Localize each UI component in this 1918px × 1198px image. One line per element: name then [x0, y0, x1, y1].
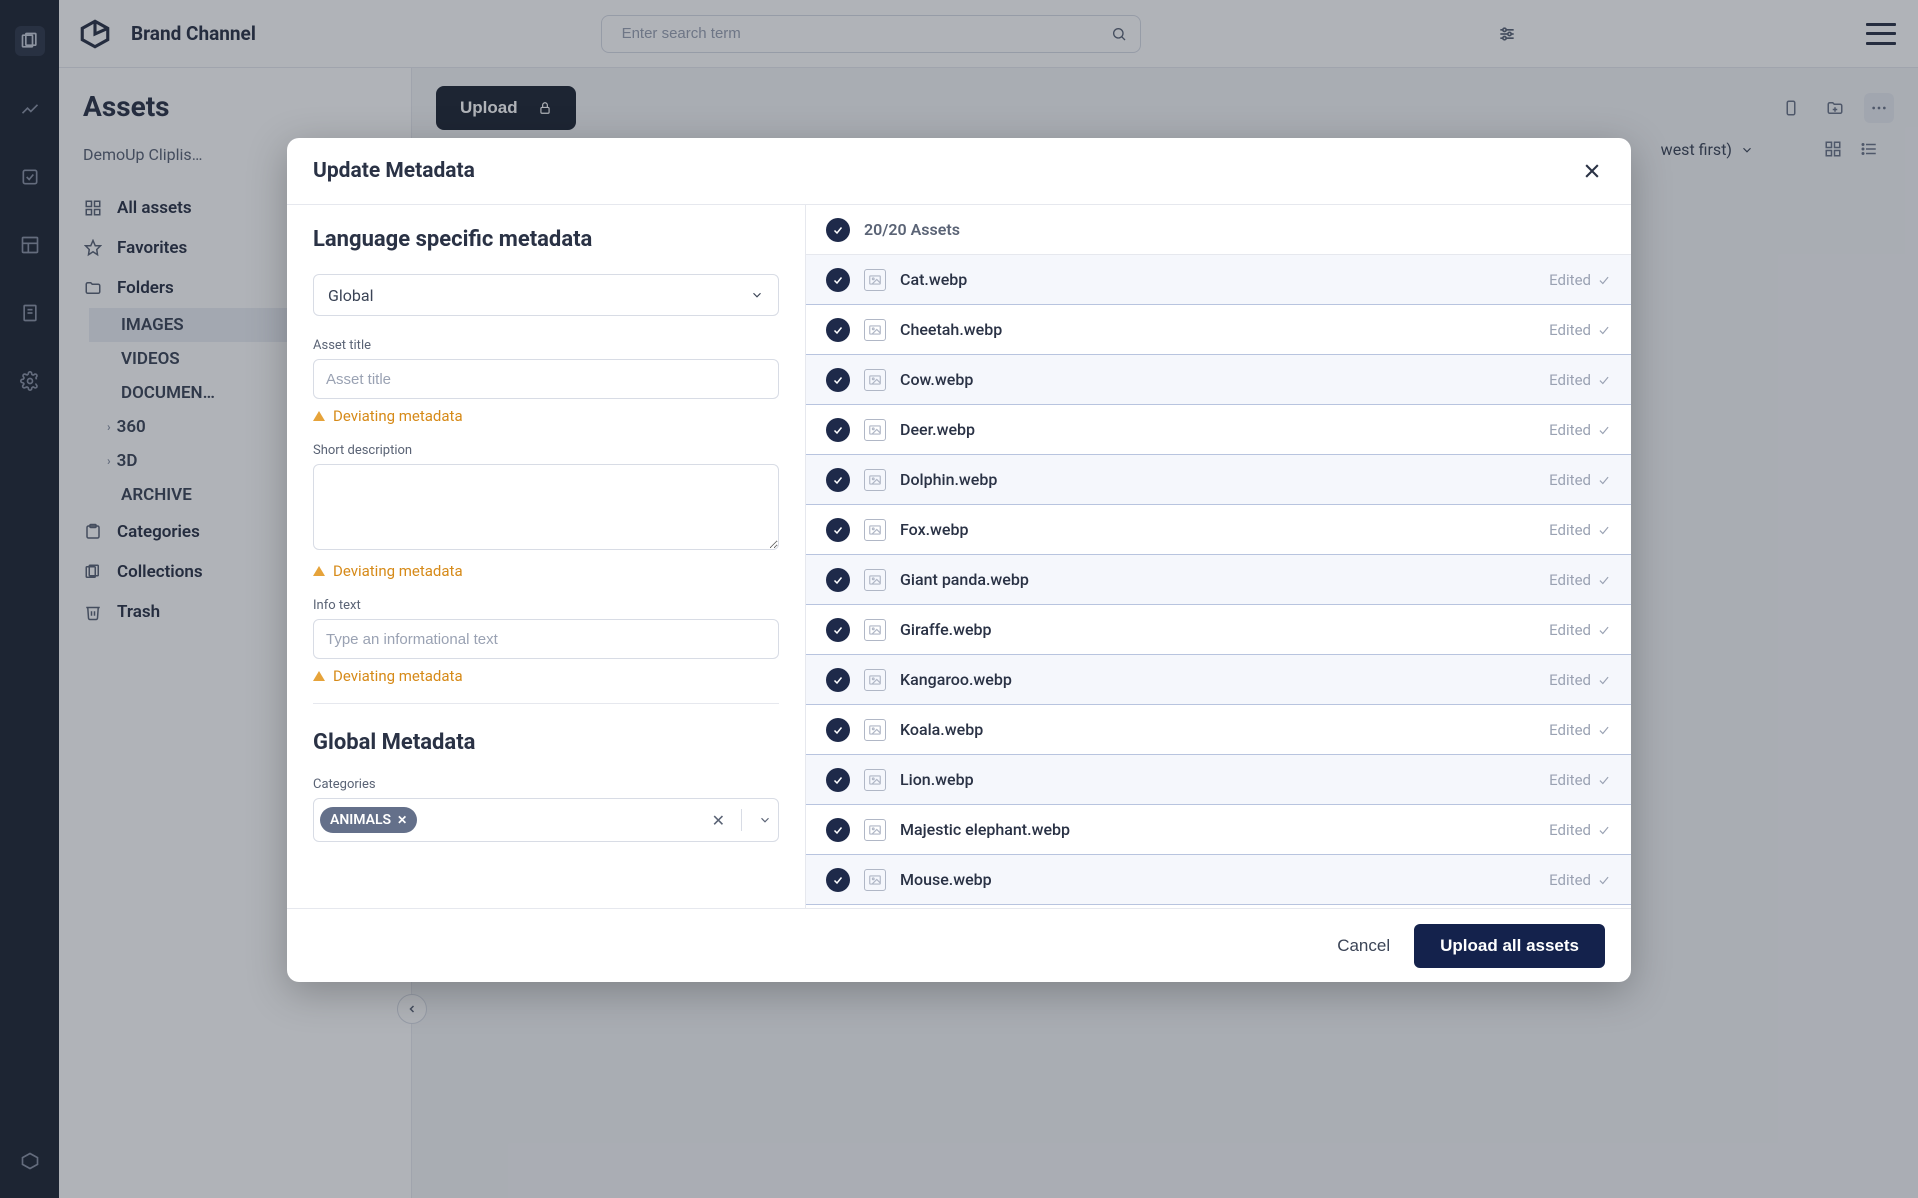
image-icon [864, 519, 886, 541]
asset-status: Edited [1549, 421, 1611, 439]
asset-row[interactable]: Giraffe.webp Edited [806, 605, 1631, 655]
asset-checkbox[interactable] [826, 318, 850, 342]
image-icon [864, 369, 886, 391]
deviating-warning: Deviating metadata [313, 667, 779, 685]
asset-checkbox[interactable] [826, 618, 850, 642]
short-desc-input[interactable] [313, 464, 779, 550]
image-icon [864, 669, 886, 691]
warning-icon [313, 411, 325, 421]
asset-status: Edited [1549, 521, 1611, 539]
asset-filename: Cat.webp [900, 270, 967, 289]
asset-list-pane: 20/20 Assets Cat.webp Edited Cheetah.webp E… [806, 205, 1631, 908]
deviating-warning: Deviating metadata [313, 562, 779, 580]
asset-status: Edited [1549, 571, 1611, 589]
asset-status: Edited [1549, 621, 1611, 639]
warning-icon [313, 566, 325, 576]
image-icon [864, 869, 886, 891]
update-metadata-modal: Update Metadata Language specific metada… [287, 138, 1631, 982]
chevron-down-icon [750, 288, 764, 302]
asset-title-label: Asset title [313, 338, 779, 353]
deviating-warning: Deviating metadata [313, 407, 779, 425]
asset-filename: Deer.webp [900, 420, 975, 439]
upload-all-button[interactable]: Upload all assets [1414, 924, 1605, 968]
asset-row[interactable]: Dolphin.webp Edited [806, 455, 1631, 505]
info-text-label: Info text [313, 598, 779, 613]
image-icon [864, 819, 886, 841]
asset-row[interactable]: Mouse.webp Edited [806, 855, 1631, 905]
image-icon [864, 269, 886, 291]
asset-filename: Mouse.webp [900, 870, 992, 889]
asset-checkbox[interactable] [826, 818, 850, 842]
asset-filename: Giraffe.webp [900, 620, 992, 639]
asset-filename: Lion.webp [900, 770, 974, 789]
info-text-input[interactable] [313, 619, 779, 659]
asset-filename: Giant panda.webp [900, 570, 1029, 589]
metadata-form: Language specific metadata Global Asset … [287, 205, 806, 908]
short-desc-label: Short description [313, 443, 779, 458]
category-tag[interactable]: ANIMALS ✕ [320, 807, 417, 833]
asset-checkbox[interactable] [826, 268, 850, 292]
asset-checkbox[interactable] [826, 368, 850, 392]
asset-checkbox[interactable] [826, 418, 850, 442]
asset-status: Edited [1549, 721, 1611, 739]
asset-status: Edited [1549, 321, 1611, 339]
asset-status: Edited [1549, 771, 1611, 789]
section-divider [313, 703, 779, 704]
asset-checkbox[interactable] [826, 568, 850, 592]
image-icon [864, 319, 886, 341]
asset-status: Edited [1549, 671, 1611, 689]
asset-checkbox[interactable] [826, 718, 850, 742]
select-all-checkbox[interactable] [826, 218, 850, 242]
asset-status: Edited [1549, 821, 1611, 839]
language-select[interactable]: Global [313, 274, 779, 316]
asset-filename: Majestic elephant.webp [900, 820, 1070, 839]
modal-title: Update Metadata [313, 159, 475, 183]
asset-list[interactable]: Cat.webpEditedCheetah.webpEditedCow.webp… [806, 255, 1631, 908]
image-icon [864, 769, 886, 791]
asset-row[interactable]: Cow.webp Edited [806, 355, 1631, 405]
asset-row[interactable]: Koala.webp Edited [806, 705, 1631, 755]
asset-row[interactable]: Cheetah.webp Edited [806, 305, 1631, 355]
image-icon [864, 469, 886, 491]
tag-remove-icon[interactable]: ✕ [397, 813, 407, 827]
asset-row[interactable]: Kangaroo.webp Edited [806, 655, 1631, 705]
asset-row[interactable]: Fox.webp Edited [806, 505, 1631, 555]
asset-checkbox[interactable] [826, 868, 850, 892]
asset-row[interactable]: Majestic elephant.webp Edited [806, 805, 1631, 855]
categories-input[interactable]: ANIMALS ✕ ✕ [313, 798, 779, 842]
asset-filename: Dolphin.webp [900, 470, 997, 489]
asset-filename: Kangaroo.webp [900, 670, 1012, 689]
asset-filename: Cow.webp [900, 370, 973, 389]
close-icon[interactable] [1579, 158, 1605, 184]
categories-label: Categories [313, 777, 779, 792]
image-icon [864, 569, 886, 591]
asset-status: Edited [1549, 871, 1611, 889]
asset-status: Edited [1549, 271, 1611, 289]
chevron-down-icon[interactable] [758, 813, 772, 827]
image-icon [864, 419, 886, 441]
lang-metadata-heading: Language specific metadata [313, 227, 779, 252]
image-icon [864, 619, 886, 641]
asset-checkbox[interactable] [826, 518, 850, 542]
clear-all-icon[interactable]: ✕ [712, 811, 725, 830]
asset-status: Edited [1549, 371, 1611, 389]
cancel-button[interactable]: Cancel [1337, 936, 1390, 956]
asset-row[interactable]: Cat.webp Edited [806, 255, 1631, 305]
modal-overlay: Update Metadata Language specific metada… [0, 0, 1918, 1198]
asset-filename: Cheetah.webp [900, 320, 1002, 339]
asset-row[interactable]: Lion.webp Edited [806, 755, 1631, 805]
asset-filename: Fox.webp [900, 520, 968, 539]
image-icon [864, 719, 886, 741]
warning-icon [313, 671, 325, 681]
asset-filename: Koala.webp [900, 720, 983, 739]
asset-count: 20/20 Assets [864, 220, 960, 239]
asset-row[interactable]: Deer.webp Edited [806, 405, 1631, 455]
asset-title-input[interactable] [313, 359, 779, 399]
asset-checkbox[interactable] [826, 668, 850, 692]
asset-checkbox[interactable] [826, 768, 850, 792]
global-metadata-heading: Global Metadata [313, 730, 779, 755]
asset-status: Edited [1549, 471, 1611, 489]
asset-checkbox[interactable] [826, 468, 850, 492]
asset-row[interactable]: Giant panda.webp Edited [806, 555, 1631, 605]
